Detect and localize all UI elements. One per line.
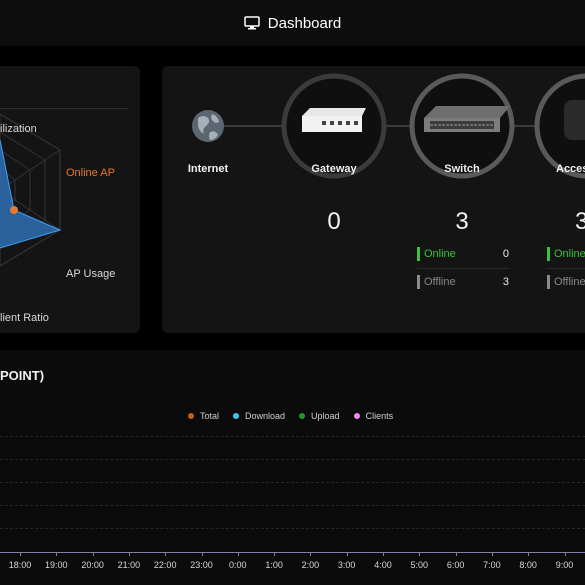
x-axis-tick-label: 2:00 — [301, 560, 320, 570]
monitor-icon — [244, 16, 260, 30]
legend-item-total[interactable]: Total — [188, 411, 219, 421]
x-axis-tick — [383, 552, 384, 556]
x-axis-tick — [528, 552, 530, 556]
x-axis-tick — [310, 552, 312, 556]
x-axis-tick-label: 18:00 — [8, 560, 32, 570]
x-axis-tick-label: 21:00 — [117, 560, 141, 570]
legend-label-clients: Clients — [365, 411, 394, 421]
ap-stat-divider — [547, 268, 585, 269]
traffic-panel — [0, 350, 585, 585]
x-axis-tick-label: 19:00 — [45, 560, 68, 570]
gateway-device-icon — [302, 108, 366, 132]
radar-label-utilization: ilization — [0, 123, 37, 135]
legend-item-download[interactable]: Download — [233, 411, 285, 421]
x-axis-tick — [20, 552, 21, 556]
top-bar: Dashboard — [0, 0, 585, 46]
x-axis-tick — [237, 552, 239, 556]
x-axis-tick — [165, 552, 167, 556]
legend-label-download: Download — [245, 411, 286, 421]
page-title: Dashboard — [267, 14, 342, 32]
x-axis-tick — [419, 552, 421, 556]
legend-dot-clients — [353, 413, 360, 419]
online-indicator — [417, 247, 420, 261]
legend-item-upload[interactable]: Upload — [299, 411, 340, 421]
legend-dot-download — [233, 413, 240, 419]
legend-dot-upload — [299, 413, 306, 419]
chart-gridline — [0, 482, 585, 483]
chart-x-axis — [0, 552, 585, 553]
switch-online-count: 0 — [502, 248, 509, 260]
panel-divider — [0, 108, 128, 109]
offline-indicator — [417, 275, 420, 289]
x-axis-tick — [346, 552, 348, 556]
online-indicator — [547, 247, 550, 261]
x-axis-tick-label: 20:00 — [81, 560, 104, 570]
x-axis-tick-label: 5:00 — [410, 560, 429, 570]
ap-offline-label: Offline — [554, 276, 585, 288]
x-axis-tick-label: 1:00 — [265, 560, 283, 570]
legend-label-total: Total — [200, 411, 220, 421]
x-axis-tick-label: 4:00 — [374, 560, 392, 570]
legend-item-clients[interactable]: Clients — [353, 411, 394, 421]
x-axis-tick-label: 22:00 — [153, 560, 177, 570]
offline-indicator — [547, 275, 550, 289]
ap-online-label: Online — [554, 248, 585, 260]
switch-offline-count: 3 — [502, 276, 509, 288]
chart-gridline — [0, 505, 585, 506]
chart-gridline — [0, 459, 585, 460]
x-axis-tick — [92, 552, 94, 556]
legend-label-upload: Upload — [311, 411, 340, 421]
radar-chart — [0, 113, 62, 267]
traffic-legend: Total Download Upload Clients — [188, 411, 393, 421]
node-label-switch[interactable]: Switch — [432, 163, 492, 175]
x-axis-tick-label: 23:00 — [190, 560, 213, 570]
radar-point-online-ap — [10, 206, 18, 214]
x-axis-tick — [274, 552, 276, 556]
node-label-gateway[interactable]: Gateway — [304, 163, 364, 175]
page-title-group: Dashboard — [244, 15, 341, 32]
access-point-device-icon — [564, 100, 585, 140]
switch-online-label: Online — [424, 248, 456, 260]
switch-online-row: Online 0 — [417, 246, 509, 262]
x-axis-tick-label: 3:00 — [337, 560, 356, 570]
switch-count: 3 — [455, 208, 469, 235]
switch-offline-row: Offline 3 — [417, 274, 509, 290]
x-axis-tick — [56, 552, 58, 556]
gateway-count: 0 — [327, 208, 341, 235]
radar-label-online-ap: Online AP — [66, 167, 115, 179]
x-axis-tick — [491, 552, 493, 556]
x-axis-tick-label: 9:00 — [555, 560, 574, 570]
ap-offline-row: Offline — [547, 274, 585, 290]
radar-label-ap-usage: AP Usage — [66, 268, 116, 280]
switch-offline-label: Offline — [424, 276, 456, 288]
x-axis-tick-label: 6:00 — [446, 560, 465, 570]
switch-stat-divider — [417, 268, 509, 269]
x-axis-tick — [128, 552, 130, 556]
switch-device-icon — [424, 106, 510, 132]
node-label-access-point[interactable]: Acces — [556, 163, 585, 175]
x-axis-tick — [455, 552, 457, 556]
chart-gridline — [0, 528, 585, 529]
radar-label-client-ratio: lient Ratio — [0, 312, 49, 324]
x-axis-tick — [564, 552, 566, 556]
legend-dot-total — [188, 413, 194, 419]
ap-online-row: Online — [547, 246, 585, 262]
traffic-section-title: POINT) — [0, 368, 45, 383]
x-axis-tick-label: 7:00 — [483, 560, 501, 570]
topology-diagram — [192, 73, 585, 179]
x-axis-tick — [201, 552, 203, 556]
chart-gridline — [0, 436, 585, 437]
access-point-count: 3 — [575, 208, 585, 235]
x-axis-tick-label: 8:00 — [519, 560, 537, 570]
globe-icon — [192, 110, 224, 142]
node-label-internet: Internet — [187, 163, 229, 175]
x-axis-tick-label: 0:00 — [229, 560, 247, 570]
